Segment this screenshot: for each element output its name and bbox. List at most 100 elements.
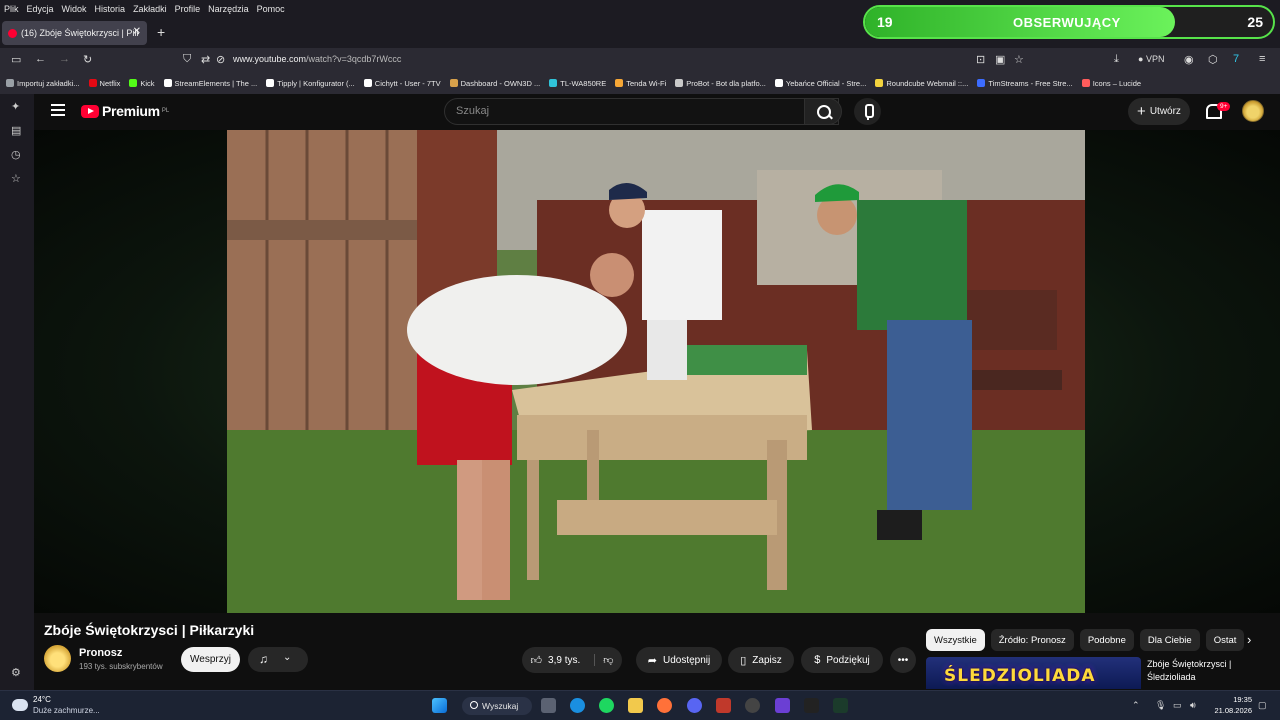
bookmarks-icon[interactable]: ☆	[11, 172, 21, 185]
filter-chip[interactable]: Dla Ciebie	[1139, 629, 1200, 651]
app-icon-green[interactable]	[833, 698, 848, 713]
bookmark-item[interactable]: Tipply | Konfigurator (...	[266, 79, 355, 88]
spotify-icon[interactable]	[599, 698, 614, 713]
bookmark-favicon-icon	[549, 79, 558, 87]
voice-search-icon[interactable]	[854, 98, 881, 125]
edge-icon[interactable]	[570, 698, 585, 713]
browser-tab[interactable]: (16) Zbóje Świętokrzysci | Piłkarz ✕	[2, 21, 147, 45]
create-button[interactable]: + Utwórz	[1128, 98, 1190, 125]
menu-item[interactable]: Narzędzia	[208, 4, 249, 14]
account-avatar[interactable]	[1242, 100, 1264, 122]
url-bar[interactable]: www.youtube.com/watch?v=3qcdb7rWccc	[233, 54, 401, 64]
channel-name[interactable]: Pronosz	[79, 647, 122, 659]
app-icon-red[interactable]	[716, 698, 731, 713]
reload-icon[interactable]: ↻	[83, 53, 92, 66]
volume-icon[interactable]: 🔊︎	[1190, 700, 1196, 711]
sidebar-toggle-icon[interactable]: ▭	[11, 53, 21, 66]
menu-icon[interactable]: ≡	[1259, 53, 1265, 65]
support-button[interactable]: Wesprzyj	[181, 647, 240, 672]
taskbar-search[interactable]: Wyszukaj	[462, 697, 532, 715]
7tv-extension-icon[interactable]: 7	[1233, 53, 1239, 65]
menu-item[interactable]: Widok	[62, 4, 87, 14]
filter-chip[interactable]: Ostat	[1205, 629, 1245, 651]
microphone-icon[interactable]: 🎙︎	[1155, 700, 1166, 711]
chevron-right-icon[interactable]: ›	[1247, 632, 1251, 647]
bookmark-item[interactable]: TL-WA850RE	[549, 79, 606, 88]
start-icon[interactable]	[432, 698, 447, 713]
filter-chip[interactable]: Źródło: Pronosz	[990, 629, 1074, 651]
downloads-icon[interactable]: ⤓	[1114, 53, 1119, 66]
obs-icon[interactable]	[745, 698, 760, 713]
screenshot-icon[interactable]: ▣	[995, 53, 1005, 66]
firefox-icon[interactable]	[657, 698, 672, 713]
tray-chevron-up-icon[interactable]: ⌃	[1132, 700, 1140, 711]
discord-icon[interactable]	[687, 698, 702, 713]
permissions-icon[interactable]: ⇄	[201, 53, 210, 66]
video-player[interactable]	[227, 130, 1085, 613]
thanks-button[interactable]: $ Podziękuj	[801, 647, 883, 673]
weather-cloud-icon[interactable]	[12, 699, 28, 711]
ai-chat-icon[interactable]: ✦	[11, 100, 20, 113]
system-clock[interactable]: 19:35 21.08.2026	[1212, 694, 1252, 716]
save-button[interactable]: ▯ Zapisz	[728, 647, 794, 673]
filter-chip[interactable]: Wszystkie	[926, 629, 985, 651]
sidebar-settings-icon[interactable]: ⚙	[11, 666, 21, 679]
menu-item[interactable]: Profile	[175, 4, 201, 14]
menu-item[interactable]: Pomoc	[257, 4, 285, 14]
bookmark-item[interactable]: Icons – Lucide	[1081, 79, 1141, 88]
bookmark-item[interactable]: Importuj zakładki...	[6, 79, 80, 88]
clock-date: 21.08.2026	[1214, 706, 1252, 715]
menu-item[interactable]: Historia	[95, 4, 126, 14]
like-count[interactable]: 3,9 tys.	[548, 655, 580, 666]
dislike-icon[interactable]: 👎︎	[594, 654, 613, 666]
recommendation-title[interactable]: Zbóje Świętokrzysci | Śledzioliada	[1147, 658, 1272, 684]
synced-tabs-icon[interactable]: ▤	[11, 124, 21, 137]
bookmark-item[interactable]: Roundcube Webmail ::...	[875, 79, 968, 88]
search-button[interactable]	[804, 98, 842, 125]
reader-view-icon[interactable]: ⊡	[976, 53, 985, 66]
bookmark-item[interactable]: Dashboard - OWN3D ...	[449, 79, 540, 88]
new-tab-icon[interactable]: +	[157, 24, 165, 40]
notification-center-icon[interactable]: ▢	[1258, 700, 1267, 711]
account-icon[interactable]: ◉	[1184, 53, 1194, 66]
menu-item[interactable]: Plik	[4, 4, 19, 14]
menu-item[interactable]: Zakładki	[133, 4, 167, 14]
tracking-icon[interactable]: ⊘	[216, 53, 225, 66]
bookmark-star-icon[interactable]: ☆	[1014, 53, 1024, 66]
channel-avatar[interactable]	[44, 645, 71, 672]
back-icon[interactable]: ←	[35, 53, 46, 65]
vpn-button[interactable]: ● VPN	[1138, 54, 1164, 64]
app-icon-purple[interactable]	[775, 698, 790, 713]
bookmark-item[interactable]: Tenda Wi-Fi	[615, 79, 666, 88]
subscription-bell-button[interactable]: ♫ ⌄	[248, 647, 308, 672]
like-icon[interactable]: 👍︎	[531, 654, 543, 667]
bookmark-favicon-icon	[266, 79, 275, 87]
bookmark-item[interactable]: Netflix	[88, 79, 120, 88]
menu-item[interactable]: Edycja	[27, 4, 54, 14]
search-input[interactable]	[456, 105, 756, 117]
extensions-icon[interactable]: ⬡	[1208, 53, 1218, 66]
filter-chip[interactable]: Podobne	[1079, 629, 1134, 651]
share-button[interactable]: ➦ Udostępnij	[636, 647, 722, 673]
recommendation-thumbnail[interactable]: ŚLEDZIOLIADA	[926, 657, 1141, 689]
history-icon[interactable]: ◷	[11, 148, 21, 161]
more-actions-button[interactable]: •••	[890, 647, 916, 673]
bookmark-item[interactable]: TimStreams - Free Stre...	[977, 79, 1073, 88]
forward-icon[interactable]: →	[59, 53, 70, 65]
bookmark-item[interactable]: ProBot - Bot dla platfo...	[675, 79, 766, 88]
task-view-icon[interactable]	[541, 698, 556, 713]
weather-condition[interactable]: Duże zachmurze...	[33, 706, 100, 715]
network-icon[interactable]: ▭	[1173, 700, 1182, 711]
app-icon-dark[interactable]	[804, 698, 819, 713]
weather-temperature[interactable]: 24°C	[33, 695, 51, 704]
guide-menu-icon[interactable]	[51, 104, 65, 116]
bookmark-item[interactable]: Yebańce Official - Stre...	[774, 79, 866, 88]
file-explorer-icon[interactable]	[628, 698, 643, 713]
bookmark-item[interactable]: Kick	[129, 79, 155, 88]
recommendation-thumb-text: ŚLEDZIOLIADA	[944, 666, 1096, 686]
shield-icon[interactable]: ⛉	[183, 53, 191, 66]
bookmark-item[interactable]: Cichytt - User - 7TV	[363, 79, 441, 88]
youtube-premium-logo[interactable]: Premium PL	[81, 103, 169, 119]
bookmark-item[interactable]: StreamElements | The ...	[163, 79, 257, 88]
close-tab-icon[interactable]: ✕	[133, 26, 141, 37]
